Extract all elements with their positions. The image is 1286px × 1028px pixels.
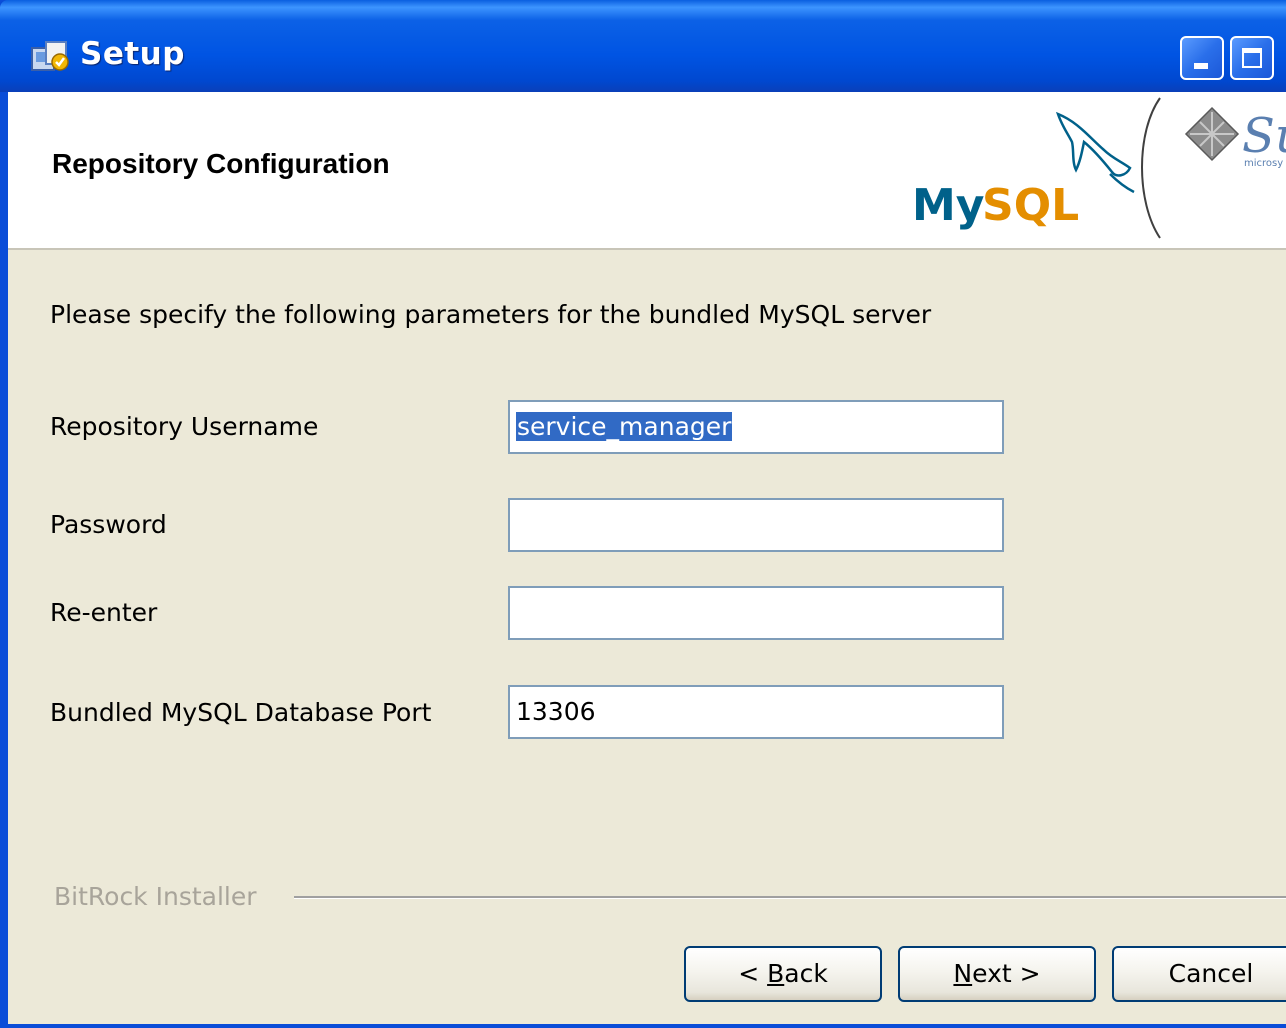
next-button[interactable]: Next > <box>898 946 1096 1002</box>
password-input[interactable] <box>508 498 1004 552</box>
cancel-button[interactable]: Cancel <box>1112 946 1286 1002</box>
password-label: Password <box>50 510 167 539</box>
wizard-body: Please specify the following parameters … <box>8 250 1286 1024</box>
maximize-icon <box>1242 48 1262 68</box>
intro-text: Please specify the following parameters … <box>50 300 932 329</box>
back-button[interactable]: < Back <box>684 946 882 1002</box>
reenter-label: Re-enter <box>50 598 158 627</box>
sun-logo: Su microsy <box>1184 106 1286 169</box>
footer-separator <box>294 896 1286 899</box>
port-label: Bundled MySQL Database Port <box>50 698 432 727</box>
wizard-header: Repository Configuration My SQL Su micro… <box>8 92 1286 250</box>
setup-app-icon <box>30 38 70 74</box>
minimize-button[interactable] <box>1180 36 1224 80</box>
port-value: 13306 <box>516 697 596 726</box>
mysql-logo-my: My <box>912 180 984 231</box>
mysql-logo: My SQL <box>912 111 1135 231</box>
title-bar[interactable]: Setup <box>0 0 1286 92</box>
username-input[interactable]: service_manager <box>508 400 1004 454</box>
username-label: Repository Username <box>50 412 319 441</box>
setup-window: Setup Repository Configuration My SQL S … <box>0 0 1286 1028</box>
mysql-logo-sql: SQL <box>982 180 1079 231</box>
username-value: service_manager <box>516 412 733 441</box>
sun-logo-text: Su <box>1242 108 1286 164</box>
reenter-password-input[interactable] <box>508 586 1004 640</box>
window-title: Setup <box>80 36 185 72</box>
sun-logo-subtext: microsy <box>1244 158 1283 169</box>
minimize-icon <box>1194 63 1208 69</box>
installer-brand-label: BitRock Installer <box>54 882 257 911</box>
page-title: Repository Configuration <box>52 148 390 179</box>
maximize-button[interactable] <box>1230 36 1274 80</box>
vendor-logos: My SQL Su microsy <box>908 92 1286 248</box>
port-input[interactable]: 13306 <box>508 685 1004 739</box>
